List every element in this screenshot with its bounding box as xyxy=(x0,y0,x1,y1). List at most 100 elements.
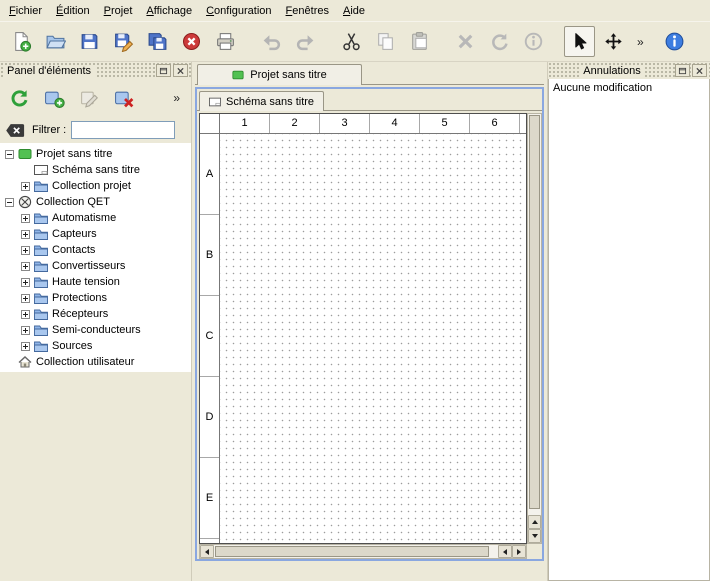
save-all-button[interactable] xyxy=(142,26,173,57)
clear-filter-button[interactable] xyxy=(5,122,27,138)
paste-button[interactable] xyxy=(404,26,435,57)
row-label: E xyxy=(200,458,219,539)
undo-dock-titlebar[interactable]: Annulations xyxy=(548,62,710,79)
menu-affichage[interactable]: Affichage xyxy=(139,2,199,20)
undo-list[interactable]: Aucune modification xyxy=(548,79,710,581)
tree-item-contacts[interactable]: Contacts xyxy=(0,242,191,258)
expand-expander-icon[interactable] xyxy=(21,326,30,335)
project-tab[interactable]: Projet sans titre xyxy=(197,64,362,85)
expand-expander-icon[interactable] xyxy=(21,262,30,271)
redo-button[interactable] xyxy=(290,26,321,57)
up-arrow-icon xyxy=(532,520,538,524)
float-dock-button[interactable] xyxy=(156,64,171,77)
tree-item-semi-conducteurs[interactable]: Semi-conducteurs xyxy=(0,322,191,338)
selection-mode-button[interactable] xyxy=(564,26,595,57)
vertical-scrollbar-thumb[interactable] xyxy=(529,115,540,509)
menubar: Fichier Édition Projet Affichage Configu… xyxy=(0,0,710,22)
tree-item-schema-sans-titre[interactable]: Schéma sans titre xyxy=(0,162,191,178)
tree-item-collection-utilisateur[interactable]: Collection utilisateur xyxy=(0,354,191,370)
delete-selection-button[interactable] xyxy=(450,26,481,57)
tree-item-collection-qet[interactable]: Collection QET xyxy=(0,194,191,210)
about-qet-button[interactable] xyxy=(659,26,690,57)
project-icon xyxy=(232,69,244,81)
menu-fenetres[interactable]: Fenêtres xyxy=(279,2,336,20)
filter-row: Filtrer : xyxy=(0,117,191,143)
tree-item-label: Capteurs xyxy=(52,228,97,240)
save-button[interactable] xyxy=(74,26,105,57)
rotate-button[interactable] xyxy=(484,26,515,57)
close-dock-button[interactable] xyxy=(173,64,188,77)
diagram-grid[interactable] xyxy=(220,134,526,543)
collapse-expander-icon[interactable] xyxy=(5,150,14,159)
diagram-tab[interactable]: Schéma sans titre xyxy=(199,91,324,111)
dock-toolbar-overflow-button[interactable]: » xyxy=(168,91,185,105)
edit-element-button[interactable] xyxy=(76,85,102,111)
cut-button[interactable] xyxy=(336,26,367,57)
elements-panel-titlebar[interactable]: Panel d'éléments xyxy=(0,62,191,79)
expand-expander-icon[interactable] xyxy=(21,310,30,319)
menu-aide[interactable]: Aide xyxy=(336,2,372,20)
save-icon xyxy=(79,31,100,52)
diagram-icon xyxy=(209,96,221,108)
expand-expander-icon[interactable] xyxy=(21,182,30,191)
diagram-view[interactable]: 1 2 3 4 5 6 A B C D E xyxy=(199,113,527,544)
filter-input[interactable] xyxy=(71,121,175,139)
qelectrotech-window: Fichier Édition Projet Affichage Configu… xyxy=(0,0,710,581)
home-icon xyxy=(18,355,32,369)
toolbar-overflow-button[interactable]: » xyxy=(632,35,649,49)
delete-element-button[interactable] xyxy=(111,85,137,111)
expand-expander-icon[interactable] xyxy=(21,278,30,287)
pan-mode-button[interactable] xyxy=(598,26,629,57)
menu-edition[interactable]: Édition xyxy=(49,2,97,20)
tree-item-capteurs[interactable]: Capteurs xyxy=(0,226,191,242)
scroll-left-end-button[interactable] xyxy=(498,545,512,558)
expand-expander-icon[interactable] xyxy=(21,246,30,255)
project-tab-label: Projet sans titre xyxy=(250,69,326,81)
expand-expander-icon[interactable] xyxy=(21,214,30,223)
vertical-scrollbar[interactable] xyxy=(527,113,542,544)
expand-expander-icon[interactable] xyxy=(21,230,30,239)
horizontal-scrollbar[interactable] xyxy=(199,544,527,559)
tree-item-recepteurs[interactable]: Récepteurs xyxy=(0,306,191,322)
tree-item-projet-sans-titre[interactable]: Projet sans titre xyxy=(0,146,191,162)
copy-button[interactable] xyxy=(370,26,401,57)
tree-item-protections[interactable]: Protections xyxy=(0,290,191,306)
move-arrows-icon xyxy=(603,31,624,52)
float-dock-button[interactable] xyxy=(675,64,690,77)
folder-icon xyxy=(34,227,48,241)
tree-item-label: Schéma sans titre xyxy=(52,164,140,176)
tree-item-collection-projet[interactable]: Collection projet xyxy=(0,178,191,194)
scroll-right-button[interactable] xyxy=(512,545,526,558)
close-file-button[interactable] xyxy=(176,26,207,57)
save-as-button[interactable] xyxy=(108,26,139,57)
reload-collections-button[interactable] xyxy=(6,85,32,111)
tree-item-label: Automatisme xyxy=(52,212,116,224)
tree-item-label: Récepteurs xyxy=(52,308,108,320)
menu-projet[interactable]: Projet xyxy=(97,2,140,20)
print-button[interactable] xyxy=(210,26,241,57)
scroll-left-button[interactable] xyxy=(200,545,214,558)
horizontal-scrollbar-track[interactable] xyxy=(490,545,498,558)
column-label: 2 xyxy=(270,114,320,133)
menu-configuration[interactable]: Configuration xyxy=(199,2,278,20)
tree-item-haute-tension[interactable]: Haute tension xyxy=(0,274,191,290)
tree-item-convertisseurs[interactable]: Convertisseurs xyxy=(0,258,191,274)
open-project-button[interactable] xyxy=(40,26,71,57)
tree-item-sources[interactable]: Sources xyxy=(0,338,191,354)
tree-item-label: Collection projet xyxy=(52,180,131,192)
expand-expander-icon[interactable] xyxy=(21,294,30,303)
undo-button[interactable] xyxy=(256,26,287,57)
scroll-up-button[interactable] xyxy=(528,515,541,529)
new-element-button[interactable] xyxy=(41,85,67,111)
tree-item-automatisme[interactable]: Automatisme xyxy=(0,210,191,226)
menu-fichier[interactable]: Fichier xyxy=(2,2,49,20)
new-document-button[interactable] xyxy=(6,26,37,57)
collapse-expander-icon[interactable] xyxy=(5,198,14,207)
folder-icon xyxy=(34,307,48,321)
element-info-button[interactable] xyxy=(518,26,549,57)
horizontal-scrollbar-thumb[interactable] xyxy=(215,546,489,557)
scroll-down-button[interactable] xyxy=(528,529,541,543)
expand-expander-icon[interactable] xyxy=(21,342,30,351)
close-dock-button[interactable] xyxy=(692,64,707,77)
new-element-icon xyxy=(44,88,65,109)
